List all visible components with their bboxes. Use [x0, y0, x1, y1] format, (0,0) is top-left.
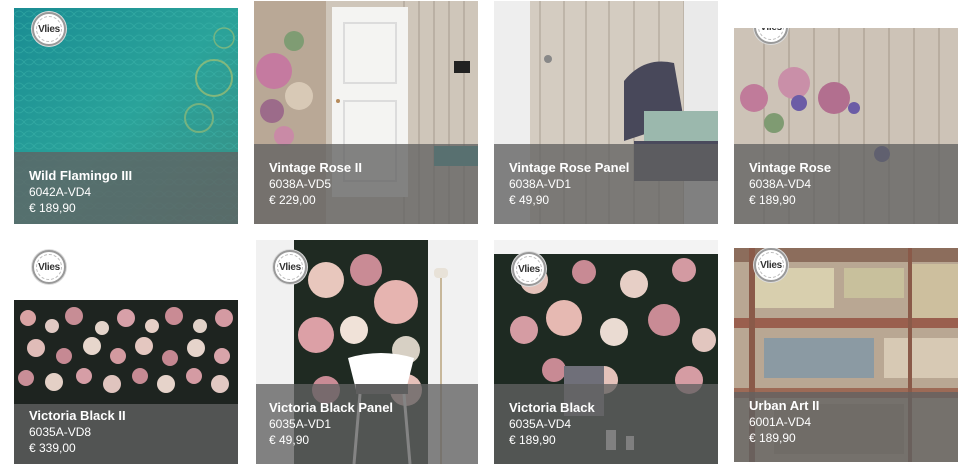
product-card-vintage-rose[interactable]: Vlies Vintage Rose 6038A-VD4 € 189,90	[734, 28, 958, 224]
product-info: Urban Art II 6001A-VD4 € 189,90	[734, 392, 958, 462]
vlies-badge-icon: Vlies	[273, 250, 307, 284]
product-code: 6035A-VD4	[509, 417, 572, 431]
product-title[interactable]: Victoria Black Panel	[269, 400, 478, 416]
product-code: 6001A-VD4	[749, 415, 812, 429]
product-title[interactable]: Victoria Black	[509, 400, 718, 416]
product-price: € 189,90	[749, 193, 796, 207]
vlies-badge-icon: Vlies	[512, 252, 546, 286]
product-title[interactable]: Wild Flamingo III	[29, 168, 238, 184]
product-price: € 189,90	[749, 431, 796, 445]
product-card-vintage-rose-panel[interactable]: Vintage Rose Panel 6038A-VD1 € 49,90	[494, 1, 718, 224]
product-code: 6038A-VD5	[269, 177, 332, 191]
product-price: € 49,90	[269, 433, 310, 447]
vlies-badge-icon: Vlies	[32, 250, 66, 284]
product-title[interactable]: Urban Art II	[749, 398, 958, 414]
product-card-victoria-black-ii[interactable]: Vlies Victoria Black II 6035A-VD8 € 339,…	[14, 246, 238, 464]
product-info: Victoria Black 6035A-VD4 € 189,90	[494, 384, 718, 464]
product-title[interactable]: Victoria Black II	[29, 408, 238, 424]
vlies-badge-icon: Vlies	[32, 12, 66, 46]
product-info: Vintage Rose II 6038A-VD5 € 229,00	[254, 144, 478, 224]
product-card-victoria-black-panel[interactable]: Vlies Victoria Black Panel 6035A-VD1 € 4…	[256, 240, 478, 464]
product-card-wild-flamingo-iii[interactable]: Vlies Wild Flamingo III 6042A-VD4 € 189,…	[14, 8, 238, 224]
product-info: Victoria Black II 6035A-VD8 € 339,00	[14, 404, 238, 464]
product-code: 6042A-VD4	[29, 185, 92, 199]
product-info: Vintage Rose 6038A-VD4 € 189,90	[734, 144, 958, 224]
product-title[interactable]: Vintage Rose	[749, 160, 958, 176]
product-price: € 229,00	[269, 193, 316, 207]
product-card-victoria-black[interactable]: Vlies Victoria Black 6035A-VD4 € 189,90	[494, 240, 718, 464]
product-price: € 189,90	[509, 433, 556, 447]
product-code: 6035A-VD8	[29, 425, 92, 439]
product-info: Wild Flamingo III 6042A-VD4 € 189,90	[14, 152, 238, 224]
product-title[interactable]: Vintage Rose II	[269, 160, 478, 176]
product-code: 6038A-VD1	[509, 177, 572, 191]
product-price: € 189,90	[29, 201, 76, 215]
vlies-badge-icon: Vlies	[754, 248, 788, 282]
product-price: € 339,00	[29, 441, 76, 455]
product-code: 6038A-VD4	[749, 177, 812, 191]
product-price: € 49,90	[509, 193, 550, 207]
product-title[interactable]: Vintage Rose Panel	[509, 160, 718, 176]
product-info: Victoria Black Panel 6035A-VD1 € 49,90	[256, 384, 478, 464]
product-info: Vintage Rose Panel 6038A-VD1 € 49,90	[494, 144, 718, 224]
product-card-urban-art-ii[interactable]: Vlies Urban Art II 6001A-VD4 € 189,90	[734, 248, 958, 462]
product-code: 6035A-VD1	[269, 417, 332, 431]
product-card-vintage-rose-ii[interactable]: Vintage Rose II 6038A-VD5 € 229,00	[254, 1, 478, 224]
